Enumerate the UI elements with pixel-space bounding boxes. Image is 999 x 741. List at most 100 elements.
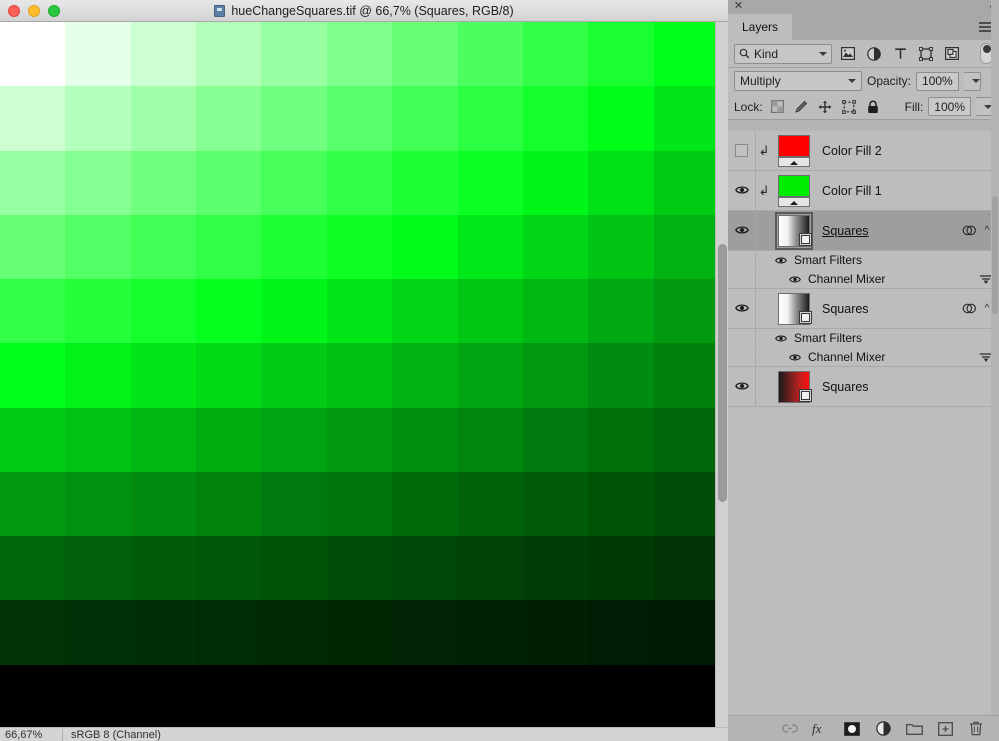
status-zoom-level[interactable]: 66,67% (0, 729, 62, 741)
layer-thumbnail[interactable] (774, 370, 814, 404)
layer-name[interactable]: Color Fill 1 (822, 184, 882, 198)
lock-all-icon[interactable] (864, 97, 883, 116)
grid-cell (196, 472, 261, 536)
pixel-layer-filter-icon[interactable] (838, 44, 858, 64)
grid-cell (458, 343, 523, 407)
clipping-mask-icon: ↲ (756, 184, 772, 197)
layer-visibility-toggle[interactable] (728, 367, 756, 406)
hue-change-squares-grid[interactable] (0, 22, 719, 729)
layer-row[interactable]: Squares^ (728, 211, 999, 251)
smart-filter-row[interactable]: Channel Mixer (728, 270, 999, 289)
filter-visibility-toggle[interactable] (728, 348, 756, 366)
layer-list[interactable]: ↲Color Fill 2↲Color Fill 1Squares^Smart … (728, 131, 999, 715)
grid-cell (523, 86, 588, 150)
smart-filters-group-row[interactable]: Smart Filters (728, 251, 999, 270)
window-maximize-button[interactable] (48, 5, 60, 17)
document-window: hueChangeSquares.tif @ 66,7% (Squares, R… (0, 0, 728, 741)
eye-icon[interactable] (774, 334, 788, 343)
grid-cell (588, 151, 653, 215)
layer-name[interactable]: Squares (822, 224, 869, 238)
tab-layers[interactable]: Layers (728, 14, 792, 40)
layer-style-fx-button[interactable]: fx (812, 720, 830, 738)
adjustment-layer-filter-icon[interactable] (864, 44, 884, 64)
blend-mode-select[interactable]: Multiply (734, 71, 862, 91)
canvas-vertical-scrollbar-thumb[interactable] (718, 244, 727, 502)
new-adjustment-layer-button[interactable] (874, 720, 892, 738)
link-layers-button[interactable] (781, 720, 799, 738)
canvas-vertical-scrollbar[interactable] (715, 22, 728, 729)
lock-transparency-icon[interactable] (768, 97, 787, 116)
layer-mask-thumbnail[interactable] (778, 157, 810, 167)
grid-cell (458, 665, 523, 729)
chevron-down-icon (848, 79, 856, 83)
grid-cell (392, 536, 457, 600)
smart-object-filter-icon[interactable] (942, 44, 962, 64)
grid-cell (65, 472, 130, 536)
grid-cell (327, 665, 392, 729)
filter-visibility-toggle[interactable] (728, 270, 756, 288)
layer-row[interactable]: Squares^ (728, 289, 999, 329)
smart-filter-row[interactable]: Channel Mixer (728, 348, 999, 367)
close-icon[interactable]: ✕ (733, 1, 744, 12)
grid-cell (654, 279, 719, 343)
grid-cell (261, 86, 326, 150)
document-title: hueChangeSquares.tif @ 66,7% (Squares, R… (231, 4, 513, 18)
layers-panel-scrollbar[interactable] (991, 0, 999, 741)
type-layer-filter-icon[interactable] (890, 44, 910, 64)
filter-visibility-toggle[interactable] (728, 329, 756, 347)
layer-thumbnail[interactable] (774, 292, 814, 326)
layer-name[interactable]: Squares (822, 302, 869, 316)
window-minimize-button[interactable] (28, 5, 40, 17)
lock-artboard-nesting-icon[interactable] (840, 97, 859, 116)
canvas-area[interactable]: 66,67% sRGB 8 (Channel) (0, 22, 728, 741)
opacity-input[interactable]: 100% (916, 72, 959, 91)
layer-name[interactable]: Color Fill 2 (822, 144, 882, 158)
layer-row[interactable]: ↲ Color Fill 1 (728, 171, 999, 211)
opacity-stepper[interactable] (964, 72, 981, 91)
smart-filter-badge-icon[interactable] (962, 224, 976, 238)
fill-label: Fill: (905, 100, 924, 114)
grid-cell (261, 279, 326, 343)
smart-filters-label: Smart Filters (794, 253, 862, 267)
chevron-down-icon (972, 79, 980, 83)
layer-visibility-toggle[interactable] (728, 131, 756, 170)
status-doc-info[interactable]: sRGB 8 (Channel) (62, 729, 728, 741)
filter-kind-select[interactable]: Kind (734, 44, 832, 64)
eye-icon[interactable] (788, 353, 802, 362)
layers-panel-scrollbar-thumb[interactable] (992, 196, 998, 314)
layer-name[interactable]: Squares (822, 380, 869, 394)
layer-visibility-toggle[interactable] (728, 211, 756, 250)
filter-visibility-toggle[interactable] (728, 251, 756, 269)
smart-object-badge-icon (799, 233, 812, 246)
lock-position-icon[interactable] (816, 97, 835, 116)
smart-filters-group-row[interactable]: Smart Filters (728, 329, 999, 348)
shape-layer-filter-icon[interactable] (916, 44, 936, 64)
window-close-button[interactable] (8, 5, 20, 17)
layer-thumbnail[interactable] (774, 214, 814, 248)
document-title-bar[interactable]: hueChangeSquares.tif @ 66,7% (Squares, R… (0, 0, 728, 22)
smart-filter-badge-icon[interactable] (962, 302, 976, 316)
fill-input[interactable]: 100% (928, 97, 971, 116)
grid-cell (523, 343, 588, 407)
eye-icon[interactable] (774, 256, 788, 265)
layer-thumbnail[interactable] (774, 174, 814, 208)
svg-text:fx: fx (812, 722, 822, 736)
layer-row[interactable]: Squares (728, 367, 999, 407)
grid-cell (0, 600, 65, 664)
new-group-button[interactable] (905, 720, 923, 738)
grid-cell (196, 343, 261, 407)
layer-row[interactable]: ↲Color Fill 2 (728, 131, 999, 171)
layer-thumbnail[interactable] (774, 134, 814, 168)
delete-layer-button[interactable] (967, 720, 985, 738)
grid-cell (0, 279, 65, 343)
grid-cell (0, 343, 65, 407)
eye-icon[interactable] (788, 275, 802, 284)
lock-image-pixels-icon[interactable] (792, 97, 811, 116)
layer-filter-row: Kind (728, 40, 999, 68)
layer-mask-thumbnail[interactable] (778, 197, 810, 207)
filter-kind-value: Kind (754, 47, 778, 61)
new-layer-button[interactable] (936, 720, 954, 738)
layer-visibility-toggle[interactable] (728, 289, 756, 328)
add-layer-mask-button[interactable] (843, 720, 861, 738)
layer-visibility-toggle[interactable] (728, 171, 756, 210)
